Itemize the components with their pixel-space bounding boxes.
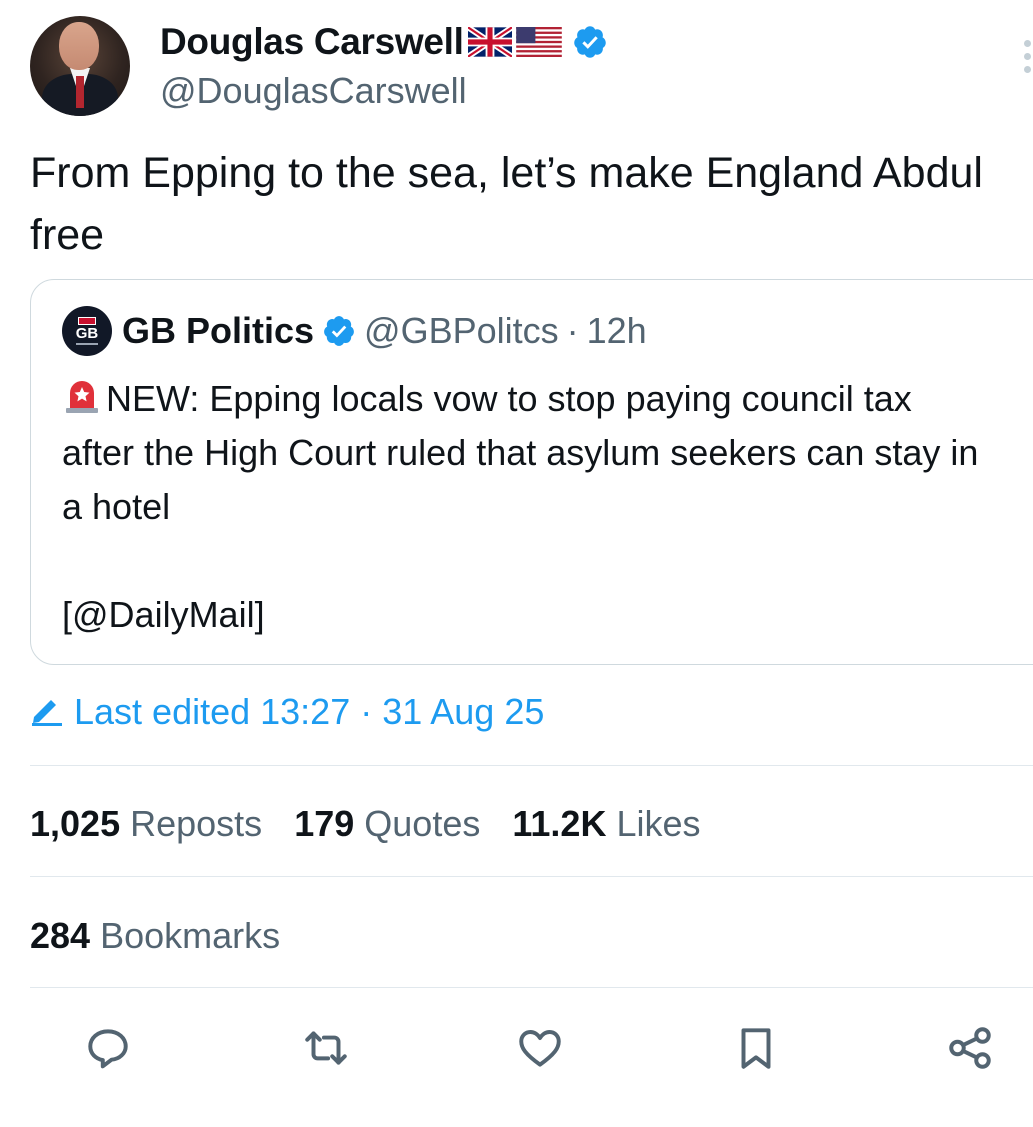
pencil-icon (32, 700, 62, 726)
reposts-label: Reposts (130, 803, 263, 844)
avatar-tie (76, 76, 84, 108)
bookmarks-count: 284 (30, 915, 91, 956)
quotes-count: 179 (294, 803, 355, 844)
share-button[interactable] (942, 1020, 998, 1076)
verified-badge-icon[interactable] (572, 24, 608, 60)
engagement-stats: 1,025 Reposts 179 Quotes 11.2K Likes (30, 800, 733, 848)
author-handle[interactable]: @DouglasCarswell (160, 70, 467, 112)
verified-badge-icon[interactable] (322, 314, 356, 348)
like-icon (519, 1029, 561, 1067)
quoted-post-body: NEW: Epping locals vow to stop paying co… (62, 372, 992, 642)
bookmark-icon (741, 1028, 771, 1069)
author-avatar[interactable] (30, 16, 130, 116)
bookmarks-label: Bookmarks (100, 915, 281, 956)
reposts-count: 1,025 (30, 803, 121, 844)
share-icon (949, 1027, 991, 1069)
likes-label: Likes (616, 803, 701, 844)
quoted-author-name[interactable]: GB Politics (122, 310, 314, 352)
us-flag-icon (515, 27, 562, 57)
last-edited-text[interactable]: Last edited 13:27 · 31 Aug 25 (74, 691, 544, 733)
bookmarks-stat[interactable]: 284 Bookmarks (30, 912, 280, 960)
quoted-post-text: NEW: Epping locals vow to stop paying co… (62, 378, 979, 635)
last-edited-link[interactable]: Last edited 13:27 · 31 Aug 25 (30, 688, 544, 736)
author-name[interactable]: Douglas Carswell (160, 21, 464, 63)
reply-icon (88, 1029, 128, 1069)
reply-button[interactable] (80, 1020, 136, 1076)
likes-stat[interactable]: 11.2K Likes (512, 803, 700, 845)
repost-icon (305, 1031, 347, 1065)
mini-flag-icon (78, 317, 96, 325)
quoted-avatar-text: GB (75, 325, 99, 342)
avatar-underline (76, 343, 98, 345)
divider (30, 987, 1033, 988)
likes-count: 11.2K (512, 803, 607, 844)
quotes-stat[interactable]: 179 Quotes (294, 803, 480, 845)
quoted-author-handle[interactable]: @GBPolitcs (364, 310, 559, 352)
divider (30, 876, 1033, 877)
author-name-row[interactable]: Douglas Carswell (160, 20, 608, 64)
avatar-face (59, 22, 99, 70)
quoted-post-time[interactable]: 12h (587, 310, 647, 352)
like-button[interactable] (512, 1020, 568, 1076)
meta-separator: · (566, 310, 579, 351)
uk-flag-icon (467, 27, 512, 57)
repost-button[interactable] (298, 1020, 354, 1076)
divider (30, 765, 1033, 766)
reposts-stat[interactable]: 1,025 Reposts (30, 803, 262, 845)
quotes-label: Quotes (364, 803, 481, 844)
bookmark-button[interactable] (728, 1020, 784, 1076)
quoted-post-header: GB Politics @GBPolitcs · 12h (122, 308, 647, 354)
quoted-author-avatar[interactable]: GB (62, 306, 112, 356)
more-options-icon[interactable] (1024, 40, 1032, 76)
post-text: From Epping to the sea, let’s make Engla… (30, 149, 983, 259)
siren-icon (66, 381, 98, 413)
